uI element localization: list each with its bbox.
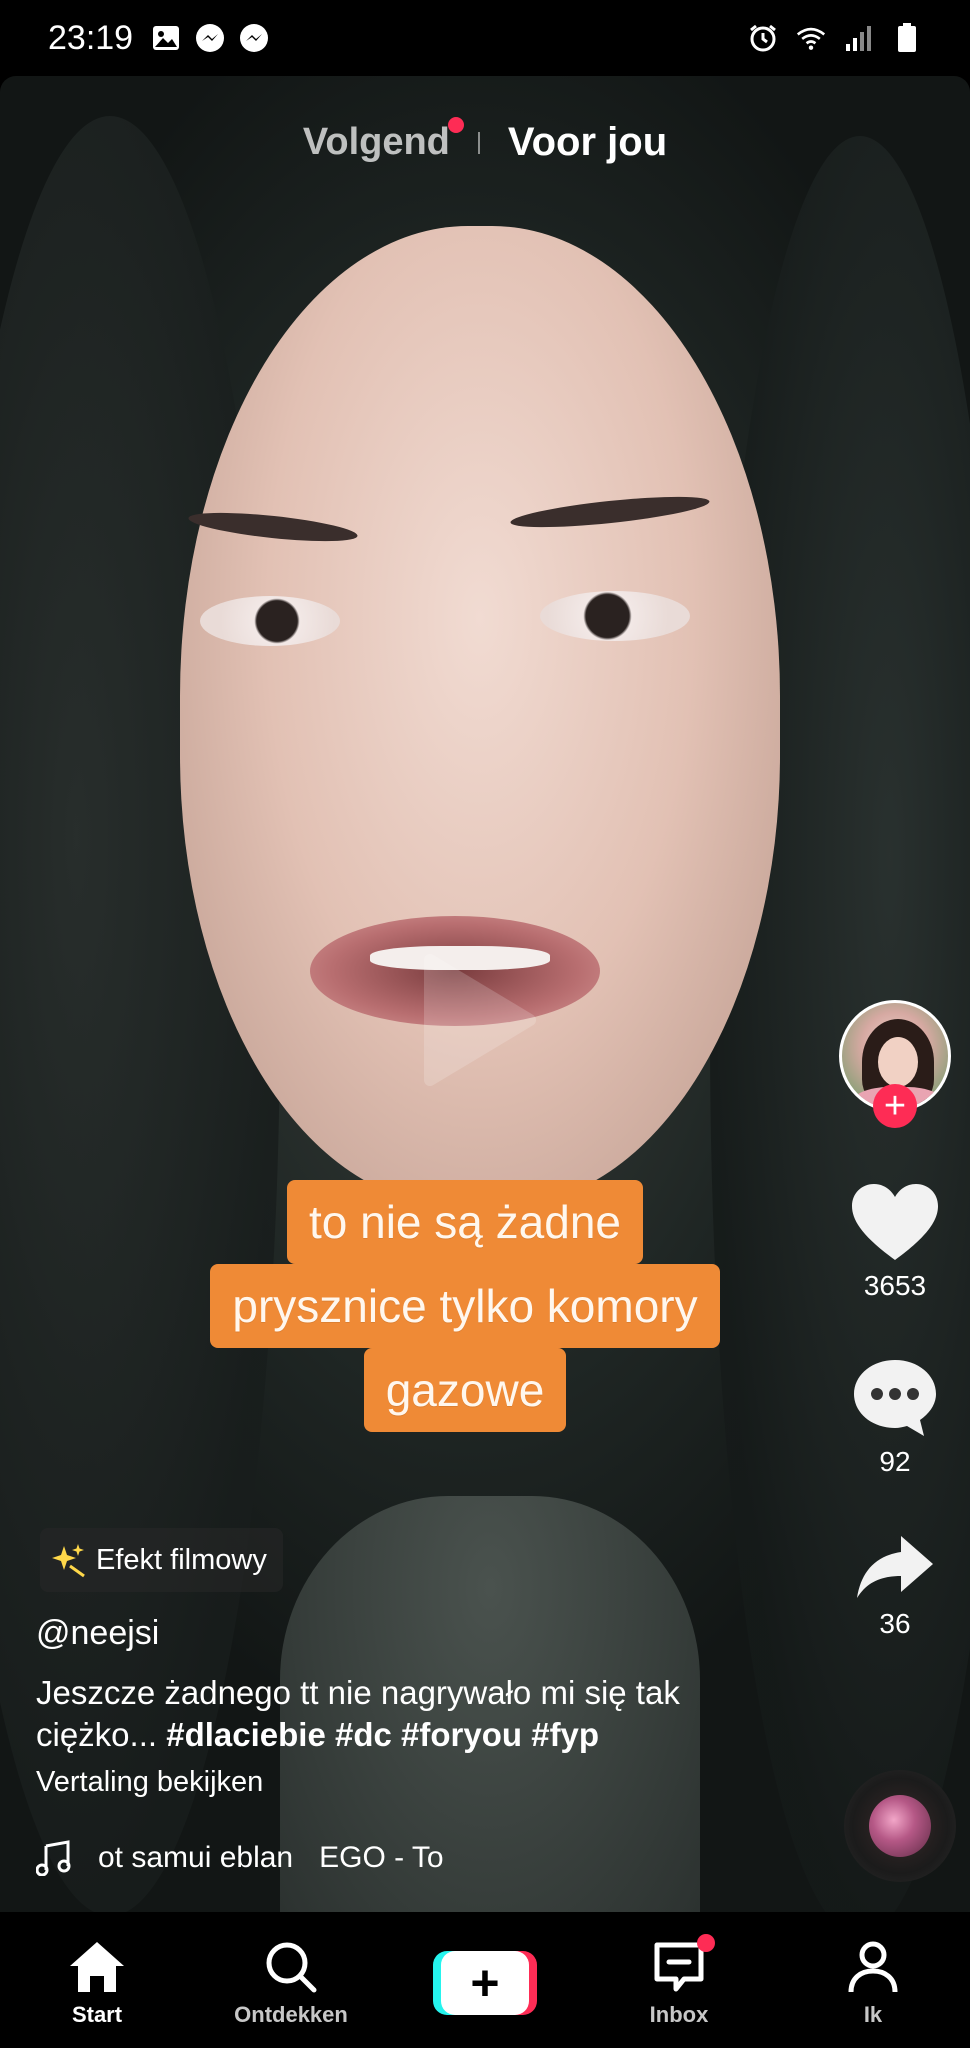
hashtag[interactable]: #dlaciebie bbox=[166, 1716, 326, 1753]
battery-icon bbox=[892, 23, 922, 53]
alarm-icon bbox=[748, 23, 778, 53]
nav-ik[interactable]: Ik bbox=[793, 1938, 953, 2028]
hashtag[interactable]: #dc bbox=[335, 1716, 392, 1753]
tab-divider bbox=[477, 131, 480, 154]
status-bar: 23:19 bbox=[0, 0, 970, 76]
like-button[interactable]: 3653 bbox=[852, 1184, 938, 1302]
nav-label: Inbox bbox=[649, 2002, 709, 2027]
tab-following[interactable]: Volgend bbox=[302, 117, 464, 164]
comment-icon bbox=[854, 1360, 936, 1436]
comment-count: 92 bbox=[879, 1446, 911, 1477]
caption-line: prysznice tylko komory bbox=[210, 1264, 720, 1348]
inbox-icon bbox=[649, 1934, 715, 1996]
messenger-icon bbox=[239, 23, 269, 53]
nav-label: Start bbox=[71, 2002, 123, 2027]
heart-icon bbox=[852, 1184, 938, 1260]
nav-start[interactable]: Start bbox=[17, 1938, 177, 2028]
hashtag[interactable]: #foryou bbox=[401, 1716, 522, 1753]
nav-label: Ontdekken bbox=[234, 2002, 348, 2027]
nav-ontdekken[interactable]: Ontdekken bbox=[211, 1938, 371, 2028]
effect-chip[interactable]: Efekt filmowy bbox=[40, 1528, 283, 1592]
video-frame-detail bbox=[200, 596, 340, 646]
action-sidebar: + 3653 92 36 bbox=[830, 1000, 960, 1640]
nav-create[interactable]: + bbox=[405, 1951, 565, 2015]
follow-button[interactable]: + bbox=[873, 1084, 917, 1128]
video-text-overlay: to nie są żadne prysznice tylko komory g… bbox=[150, 1180, 780, 1432]
music-cover bbox=[869, 1795, 931, 1857]
image-icon bbox=[151, 23, 181, 53]
music-title: EGO - To bbox=[319, 1841, 444, 1874]
hashtag[interactable]: #fyp bbox=[531, 1716, 599, 1753]
video-frame-detail bbox=[540, 591, 690, 641]
music-info[interactable]: ot samui eblan EGO - To bbox=[36, 1840, 444, 1876]
bottom-nav: Start Ontdekken + Inbox Ik bbox=[0, 1912, 970, 2048]
music-artist: ot samui eblan bbox=[98, 1841, 294, 1874]
nav-label: Ik bbox=[863, 2002, 883, 2027]
feed-tabs: Volgend Voor jou bbox=[0, 117, 970, 165]
signal-icon bbox=[844, 23, 874, 53]
post-description: Jeszcze żadnego tt nie nagrywało mi się … bbox=[36, 1672, 756, 1756]
translate-link[interactable]: Vertaling bekijken bbox=[36, 1766, 263, 1799]
share-button[interactable]: 36 bbox=[855, 1534, 935, 1640]
play-icon[interactable] bbox=[420, 950, 540, 1090]
tab-following-label: Volgend bbox=[302, 121, 450, 163]
like-count: 3653 bbox=[863, 1270, 927, 1301]
home-icon bbox=[67, 1938, 127, 1996]
status-time: 23:19 bbox=[48, 18, 134, 57]
profile-icon bbox=[843, 1938, 903, 1996]
caption-line: to nie są żadne bbox=[286, 1180, 643, 1264]
creator-username[interactable]: @neejsi bbox=[36, 1614, 159, 1653]
tab-for-you[interactable]: Voor jou bbox=[508, 120, 667, 165]
music-note-icon bbox=[36, 1840, 71, 1876]
messenger-icon bbox=[195, 23, 225, 53]
caption-line: gazowe bbox=[363, 1348, 567, 1432]
inbox-badge bbox=[697, 1934, 715, 1952]
status-notification-icons bbox=[151, 23, 269, 53]
effect-label: Efekt filmowy bbox=[96, 1543, 267, 1576]
share-icon bbox=[857, 1536, 933, 1598]
comment-button[interactable]: 92 bbox=[852, 1358, 938, 1478]
share-count: 36 bbox=[879, 1608, 911, 1639]
notification-dot bbox=[447, 117, 464, 133]
search-icon bbox=[261, 1938, 321, 1996]
status-system-icons bbox=[748, 23, 922, 53]
nav-inbox[interactable]: Inbox bbox=[599, 1934, 759, 2028]
create-plus-icon: + bbox=[433, 1951, 537, 2015]
sparkle-icon bbox=[52, 1544, 85, 1578]
wifi-icon bbox=[796, 23, 826, 53]
music-disc[interactable] bbox=[844, 1770, 956, 1882]
